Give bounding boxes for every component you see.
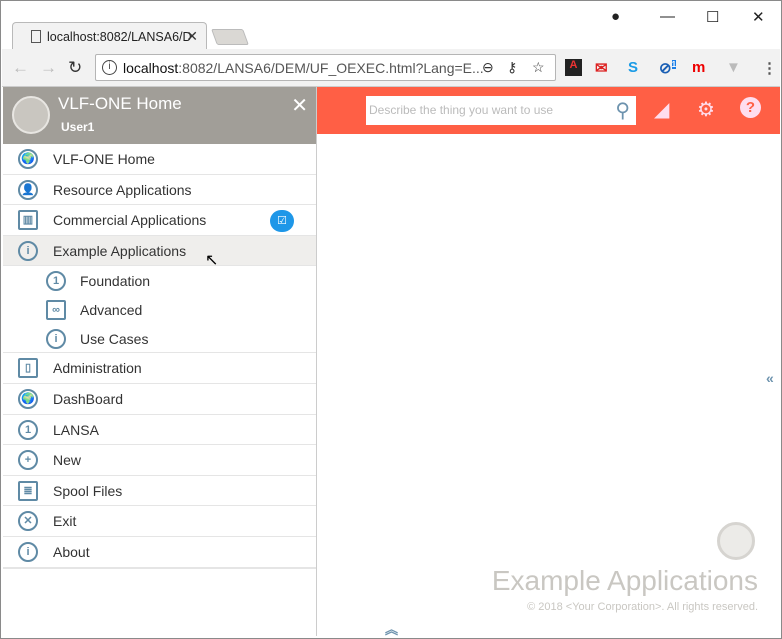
reload-icon[interactable]: ↻	[68, 58, 82, 78]
number-one-icon: 1	[18, 419, 38, 440]
tab-bar: localhost:8082/LANSA6/D ✕ ● — ☐ ✕	[2, 2, 780, 51]
document-icon: ≣	[18, 480, 38, 501]
app-header: Describe the thing you want to use ⚲ ◢ ⚙ …	[317, 87, 780, 134]
help-icon[interactable]: ?	[740, 97, 761, 118]
tab-title: localhost:8082/LANSA6/D	[47, 30, 192, 44]
mouse-cursor: ↖	[205, 252, 219, 269]
copyright-text: © 2018 <Your Corporation>. All rights re…	[527, 601, 758, 613]
user-icon: 👤	[18, 179, 38, 200]
plus-icon: +	[18, 450, 38, 471]
close-tab-icon[interactable]: ✕	[186, 28, 198, 45]
sidebar-item-label: Exit	[53, 513, 77, 530]
sidebar-item-label: Commercial Applications	[53, 212, 207, 229]
collapse-panel-icon[interactable]: «	[766, 370, 774, 386]
page-icon	[31, 30, 41, 43]
close-window-icon[interactable]: ✕	[752, 8, 765, 26]
clipboard-icon: ▯	[18, 358, 38, 379]
sidebar-item-commercial-applications[interactable]: ▥ Commercial Applications ☑	[3, 205, 316, 236]
sidebar-item-label: Example Applications	[53, 242, 187, 259]
user-name: User1	[61, 120, 95, 134]
filter-extension-icon[interactable]: ▼	[726, 59, 741, 76]
url-path: :8082/LANSA6/DEM/UF_OEXEC.html?Lang=E...	[178, 60, 484, 76]
url-host: localhost	[123, 60, 179, 76]
search-icon[interactable]: ⚲	[615, 98, 630, 123]
expand-up-icon[interactable]: ︽	[385, 619, 398, 638]
eraser-icon[interactable]: ◢	[654, 97, 669, 122]
blocker-extension-icon[interactable]: ⊘1	[659, 59, 677, 77]
sidebar-item-example-applications[interactable]: i Example Applications	[3, 235, 316, 267]
new-tab-button[interactable]	[211, 29, 249, 45]
extension-badge: 1	[671, 60, 677, 69]
sidebar-item-label: VLF-ONE Home	[53, 151, 155, 167]
sidebar-item-dashboard[interactable]: 🌍 DashBoard	[3, 384, 316, 415]
sidebar-item-about[interactable]: i About	[3, 537, 316, 568]
link-icon: ∞	[46, 300, 66, 321]
number-one-icon: 1	[46, 271, 66, 292]
globe-icon	[717, 522, 755, 560]
key-icon[interactable]: ⚷	[507, 59, 517, 76]
bookmark-star-icon[interactable]: ☆	[532, 59, 545, 76]
info-icon: i	[18, 541, 38, 562]
pdf-extension-icon[interactable]: A	[565, 59, 582, 76]
sidebar-item-label: About	[53, 543, 90, 560]
sidebar: VLF-ONE Home User1 ✕ 🌍 VLF-ONE Home 👤 Resou…	[3, 87, 317, 636]
maximize-icon[interactable]: ☐	[706, 8, 719, 26]
close-sidebar-icon[interactable]: ✕	[291, 93, 308, 118]
m-extension-icon[interactable]: m	[692, 59, 705, 76]
forward-icon[interactable]: →	[40, 58, 57, 78]
browser-tab[interactable]: localhost:8082/LANSA6/D ✕	[12, 22, 207, 51]
sidebar-item-resource-applications[interactable]: 👤 Resource Applications	[3, 175, 316, 206]
sidebar-item-advanced[interactable]: ∞ Advanced	[3, 295, 316, 324]
sidebar-item-label: Administration	[53, 360, 142, 377]
menu-icon[interactable]: ⋮	[762, 59, 777, 77]
sidebar-item-exit[interactable]: ✕ Exit	[3, 506, 316, 537]
minimize-icon[interactable]: —	[660, 8, 675, 25]
sidebar-header: VLF-ONE Home User1 ✕	[3, 87, 316, 144]
sidebar-item-foundation[interactable]: 1 Foundation	[3, 266, 316, 295]
sidebar-item-label: Foundation	[80, 273, 151, 290]
globe-icon	[12, 96, 50, 134]
info-icon: i	[18, 240, 38, 261]
sidebar-item-label: DashBoard	[53, 390, 124, 407]
sidebar-item-lansa[interactable]: 1 LANSA	[3, 415, 316, 446]
browser-toolbar: ← → ↻ i localhost:8082/LANSA6/DEM/UF_OEXE…	[2, 49, 780, 87]
mail-extension-icon[interactable]: ✉	[595, 59, 608, 77]
search-input[interactable]: Describe the thing you want to use ⚲	[366, 96, 636, 125]
menu-list: 🌍 VLF-ONE Home 👤 Resource Applications ▥ Comm…	[3, 144, 316, 569]
sidebar-item-spool-files[interactable]: ≣ Spool Files	[3, 476, 316, 507]
sidebar-item-label: Advanced	[80, 302, 143, 319]
checkbox-badge-icon[interactable]: ☑	[270, 210, 294, 233]
back-icon[interactable]: ←	[12, 58, 29, 78]
sidebar-item-use-cases[interactable]: i Use Cases	[3, 324, 316, 354]
sidebar-item-label: Resource Applications	[53, 181, 192, 198]
sidebar-item-new[interactable]: + New	[3, 445, 316, 476]
zoom-icon[interactable]: ⊖	[482, 59, 494, 76]
gear-icon[interactable]: ⚙	[697, 97, 715, 122]
skype-extension-icon[interactable]: S	[628, 59, 638, 76]
globe-icon: 🌍	[18, 149, 38, 169]
sidebar-item-label: Spool Files	[53, 482, 123, 499]
content-title: Example Applications	[491, 565, 758, 596]
sidebar-item-label: LANSA	[53, 421, 99, 438]
close-circle-icon: ✕	[18, 511, 38, 532]
sidebar-item-label: New	[53, 452, 82, 469]
profile-icon[interactable]: ●	[611, 8, 620, 25]
info-icon: i	[46, 329, 66, 350]
sidebar-item-vlf-one-home[interactable]: 🌍 VLF-ONE Home	[3, 144, 316, 175]
sidebar-item-administration[interactable]: ▯ Administration	[3, 353, 316, 384]
globe-icon: 🌍	[18, 388, 38, 409]
factory-icon: ▥	[18, 210, 38, 231]
search-placeholder: Describe the thing you want to use	[369, 103, 554, 117]
sidebar-item-label: Use Cases	[80, 331, 149, 348]
sidebar-title: VLF-ONE Home	[58, 94, 182, 113]
info-icon: i	[102, 60, 117, 75]
address-bar[interactable]: i localhost:8082/LANSA6/DEM/UF_OEXEC.html…	[95, 54, 556, 81]
